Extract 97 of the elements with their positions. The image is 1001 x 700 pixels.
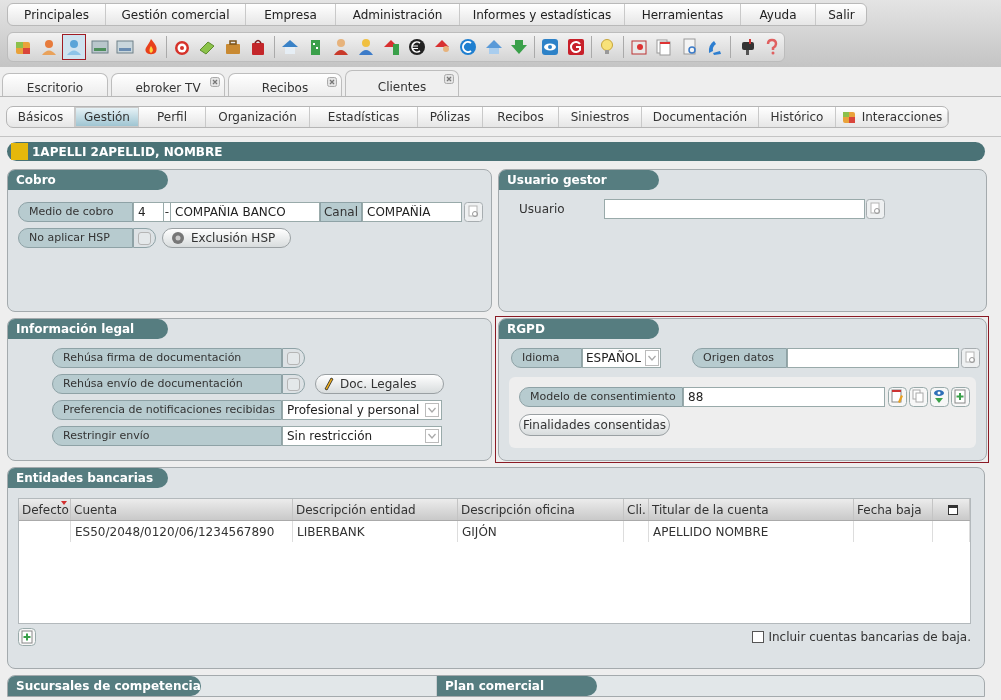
eye-icon	[540, 37, 561, 57]
column-header[interactable]: Titular de la cuenta	[652, 500, 769, 519]
input-field[interactable]: 88	[683, 387, 885, 407]
chevron-down-icon	[645, 350, 659, 366]
field-label: Idioma	[511, 348, 582, 368]
field-label: Restringir envío	[52, 426, 282, 446]
lookup-icon[interactable]	[464, 202, 483, 222]
input-field[interactable]: COMPAÑÍA	[362, 202, 462, 222]
section-tab[interactable]: Pólizas	[418, 106, 483, 127]
finalidades-button[interactable]: Finalidades consentidas	[519, 414, 670, 436]
pencil-icon	[324, 377, 334, 391]
document-tab[interactable]: Escritorio	[2, 73, 108, 96]
table-cell-text: GIJÓN	[462, 523, 497, 541]
input-field[interactable]: COMPAÑIA BANCO	[170, 202, 320, 222]
field-label: Medio de cobro	[18, 202, 133, 222]
checkbox[interactable]	[752, 631, 765, 643]
column-header[interactable]: Defecto	[22, 500, 69, 519]
column-header[interactable]: Cli.	[627, 500, 646, 519]
section-tab[interactable]: Histórico	[759, 106, 836, 127]
client-name: 1APELLI 2APELLID, NOMBRE	[32, 143, 223, 161]
field-label: No aplicar HSP	[18, 228, 133, 248]
panel-title: Entidades bancarias	[16, 470, 154, 487]
section-tab[interactable]: Perfil	[139, 106, 206, 127]
panel-title: Información legal	[16, 321, 135, 338]
checkbox[interactable]	[287, 377, 300, 391]
box-icon	[628, 37, 649, 57]
add-icon[interactable]	[951, 387, 970, 407]
sort-icon	[61, 501, 67, 505]
section-tab[interactable]: Interacciones	[836, 106, 948, 127]
menu-item[interactable]: Gestión comercial	[106, 4, 246, 25]
copy-icon[interactable]	[909, 387, 928, 407]
menu-item[interactable]: Administración	[336, 4, 460, 25]
chevron-down-icon	[425, 403, 439, 417]
field-label: Usuario	[519, 201, 566, 218]
close-icon[interactable]	[444, 74, 454, 84]
section-tab[interactable]: Siniestros	[559, 106, 642, 127]
field-label: Origen datos	[692, 348, 787, 368]
coin-icon	[458, 37, 479, 57]
lookup-icon[interactable]	[961, 348, 980, 368]
field-label: Modelo de consentimiento	[519, 387, 683, 407]
panel-title: RGPD	[507, 321, 545, 338]
panel-title: Cobro	[16, 172, 56, 189]
lookup-icon[interactable]	[866, 199, 885, 219]
menu-item[interactable]: Informes y estadísticas	[460, 4, 625, 25]
document-tab[interactable]: Clientes	[345, 70, 459, 96]
dropdown[interactable]: Sin restricción	[282, 426, 442, 446]
menu-item[interactable]: Ayuda	[741, 4, 816, 25]
client-marker-icon	[11, 143, 28, 160]
close-icon[interactable]	[327, 77, 337, 87]
dropdown[interactable]: ESPAÑOL	[582, 348, 661, 368]
chevron-down-icon	[425, 429, 439, 443]
input-field[interactable]	[604, 199, 865, 219]
menu-item[interactable]: Empresa	[246, 4, 336, 25]
dropdown[interactable]: Profesional y personal	[282, 400, 442, 420]
section-tab[interactable]: Organización	[206, 106, 310, 127]
section-tab[interactable]: Estadísticas	[310, 106, 418, 127]
separator-text: -	[164, 202, 170, 222]
document-tab[interactable]: Recibos	[228, 73, 342, 96]
panel-title: Sucursales de competencia	[16, 678, 201, 695]
column-header[interactable]: Descripción oficina	[461, 500, 575, 519]
window-icon	[89, 37, 110, 57]
window-icon	[115, 37, 136, 57]
section-tab[interactable]: Recibos	[483, 106, 559, 127]
menu-item[interactable]: Herramientas	[625, 4, 741, 25]
table-cell-text: LIBERBANK	[297, 523, 365, 541]
add-icon[interactable]	[18, 628, 36, 646]
column-header[interactable]: Cuenta	[74, 500, 118, 519]
euro-icon	[407, 37, 428, 57]
document-tab[interactable]: ebroker TV	[111, 73, 225, 96]
letter-g-icon	[565, 37, 586, 57]
close-icon[interactable]	[210, 77, 220, 87]
section-tab[interactable]: Documentación	[642, 106, 759, 127]
menu-item[interactable]: Salir	[816, 4, 866, 25]
field-label: Preferencia de notificaciones recibidas	[52, 400, 282, 420]
input-field[interactable]	[787, 348, 959, 368]
checkbox-label: Incluir cuentas bancarias de baja.	[768, 629, 971, 646]
toolbar-button[interactable]	[61, 34, 87, 60]
column-header[interactable]: Descripción entidad	[296, 500, 416, 519]
table-cell-text: ES50/2048/0120/06/1234567890	[75, 523, 275, 541]
field-label: Rehúsa firma de documentación	[52, 348, 282, 368]
gear-icon	[171, 231, 185, 245]
column-menu-icon	[947, 504, 958, 515]
eye-icon[interactable]	[930, 387, 949, 407]
checkbox[interactable]	[138, 231, 151, 245]
field-label: Canal	[320, 202, 362, 222]
input-field[interactable]: 4	[133, 202, 164, 222]
edit-document-icon[interactable]	[888, 387, 907, 407]
action-button[interactable]: Exclusión HSP	[162, 228, 291, 248]
panel-title: Usuario gestor	[507, 172, 607, 189]
panel-title: Plan comercial	[445, 678, 545, 695]
menu-item[interactable]: Principales	[8, 4, 106, 25]
table-cell-text: APELLIDO NOMBRE	[653, 523, 769, 541]
action-button[interactable]: Doc. Legales	[315, 374, 444, 394]
section-tab[interactable]: Gestión	[75, 106, 139, 127]
checkbox[interactable]	[287, 351, 300, 365]
field-label: Rehúsa envío de documentación	[52, 374, 282, 394]
column-header[interactable]: Fecha baja	[857, 500, 922, 519]
